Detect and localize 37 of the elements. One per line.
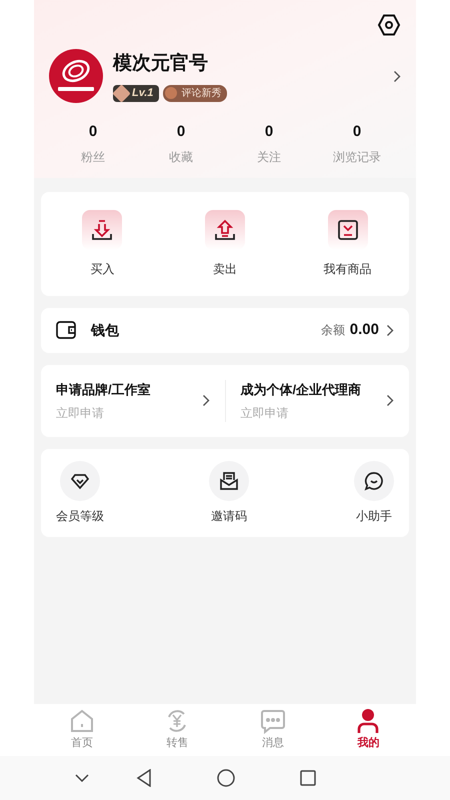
person-icon [355, 708, 382, 734]
download-tray-icon [91, 218, 114, 240]
settings-icon[interactable] [377, 13, 401, 37]
achievement-badge: 评论新秀 [163, 84, 228, 102]
wallet-icon [56, 321, 76, 339]
level-badge: Lv.1 [113, 84, 160, 102]
stat-count: 0 [352, 122, 362, 142]
username: 模次元官号 [113, 52, 209, 76]
chat-dots-icon [260, 708, 286, 734]
chevron-down-icon[interactable] [75, 774, 89, 782]
house-icon [68, 708, 95, 734]
chevron-right-icon [393, 70, 401, 82]
avatar [49, 49, 103, 103]
trade-action[interactable]: 买入 [41, 210, 164, 278]
stat-count: 0 [88, 122, 98, 142]
upload-tray-icon [214, 218, 236, 240]
stat-count: 0 [264, 122, 274, 142]
box-icon [336, 218, 359, 240]
application-item[interactable]: 申请品牌/工作室 立即申请 [41, 380, 224, 422]
tab[interactable]: 首页 [34, 704, 130, 756]
envelope-icon [219, 471, 239, 491]
stat-count: 0 [176, 122, 186, 142]
application-item[interactable]: 成为个体/企业代理商 立即申请 [224, 380, 409, 422]
trade-action[interactable]: 我有商品 [286, 210, 409, 278]
trade-action[interactable]: 卖出 [164, 210, 286, 278]
chevron-right-icon [202, 394, 210, 408]
chat-bubble-icon [364, 471, 384, 491]
diamond-icon [70, 471, 90, 491]
back-icon[interactable] [136, 769, 152, 787]
chevron-right-icon [386, 324, 394, 336]
wallet-row[interactable]: 钱包 余额 0.00 [41, 308, 409, 352]
tab[interactable]: 转售 [130, 704, 225, 756]
home-icon[interactable] [217, 769, 235, 787]
tab[interactable]: 消息 [225, 704, 320, 756]
recents-icon[interactable] [300, 770, 316, 786]
chevron-right-icon [386, 394, 394, 408]
tab[interactable]: 我的 [320, 704, 416, 756]
